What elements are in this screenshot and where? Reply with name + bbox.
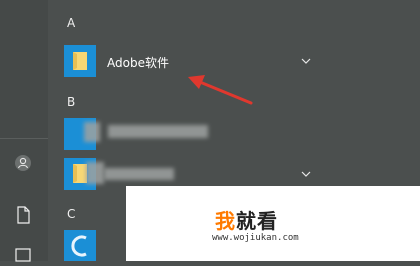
- watermark-brand-rest: 就看: [236, 209, 278, 233]
- group-letter-c[interactable]: C: [67, 207, 75, 221]
- folder-tile: [64, 45, 96, 77]
- start-left-rail: [0, 0, 48, 262]
- redaction-block: [84, 122, 100, 142]
- annotation-arrow: [188, 75, 253, 105]
- redaction-block: [108, 125, 208, 138]
- chevron-down-icon[interactable]: [300, 170, 312, 178]
- chevron-down-icon[interactable]: [300, 57, 312, 65]
- redaction-block: [86, 162, 104, 184]
- watermark-brand: 我就看: [215, 205, 278, 234]
- redaction-block: [104, 168, 174, 180]
- app-tile-blue: [64, 230, 96, 261]
- app-logo-icon: [71, 235, 87, 257]
- watermark-url: www.wojiukan.com: [212, 233, 299, 243]
- document-icon[interactable]: [12, 204, 34, 226]
- folder-icon: [73, 52, 87, 70]
- pictures-icon[interactable]: [12, 244, 34, 266]
- user-icon[interactable]: [12, 152, 34, 174]
- watermark-brand-first: 我: [215, 209, 236, 233]
- group-letter-a[interactable]: A: [67, 16, 75, 30]
- app-label-adobe: Adobe软件: [107, 56, 169, 70]
- rail-divider: [0, 138, 48, 139]
- group-letter-b[interactable]: B: [67, 95, 75, 109]
